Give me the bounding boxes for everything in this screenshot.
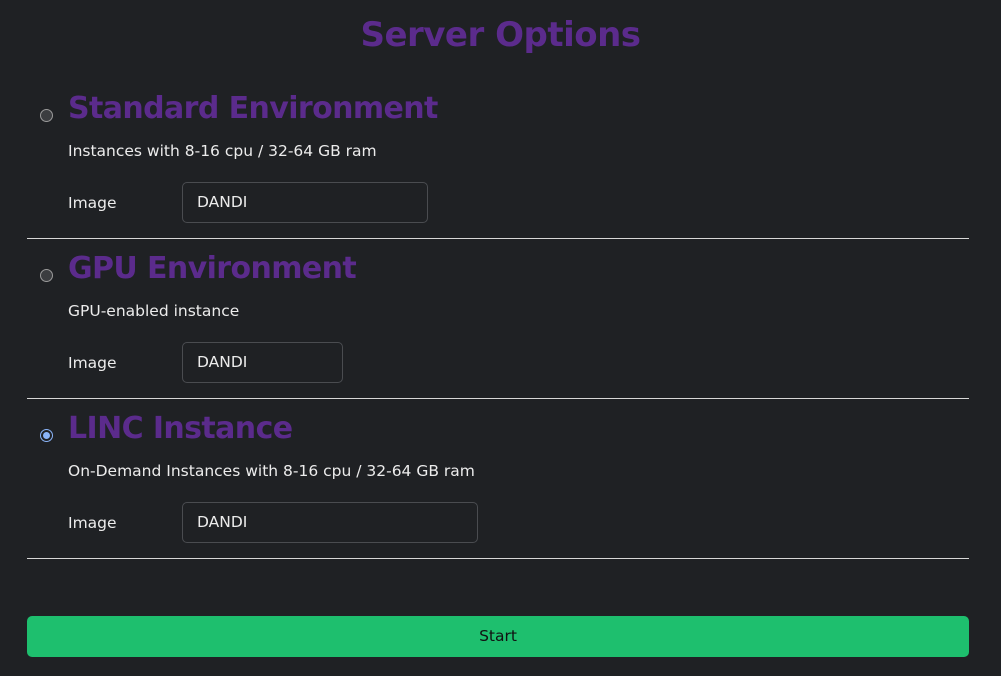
image-select[interactable]: DANDI bbox=[182, 182, 428, 223]
radio-gpu[interactable] bbox=[40, 269, 53, 282]
option-title: LINC Instance bbox=[68, 411, 293, 446]
option-title: GPU Environment bbox=[68, 251, 357, 286]
image-select[interactable]: DANDI bbox=[182, 342, 343, 383]
image-select[interactable]: DANDI bbox=[182, 502, 478, 543]
option-description: Instances with 8-16 cpu / 32-64 GB ram bbox=[68, 142, 377, 160]
image-label: Image bbox=[68, 354, 117, 372]
server-option-linc[interactable]: LINC Instance On-Demand Instances with 8… bbox=[27, 398, 969, 559]
option-description: On-Demand Instances with 8-16 cpu / 32-6… bbox=[68, 462, 475, 480]
radio-standard[interactable] bbox=[40, 109, 53, 122]
image-label: Image bbox=[68, 514, 117, 532]
option-title: Standard Environment bbox=[68, 91, 438, 126]
page-title: Server Options bbox=[360, 15, 641, 55]
image-label: Image bbox=[68, 194, 117, 212]
radio-linc[interactable] bbox=[40, 429, 53, 442]
option-description: GPU-enabled instance bbox=[68, 302, 240, 320]
start-button[interactable]: Start bbox=[27, 616, 969, 657]
server-option-standard[interactable]: Standard Environment Instances with 8-16… bbox=[27, 78, 969, 239]
server-option-gpu[interactable]: GPU Environment GPU-enabled instance Ima… bbox=[27, 238, 969, 399]
